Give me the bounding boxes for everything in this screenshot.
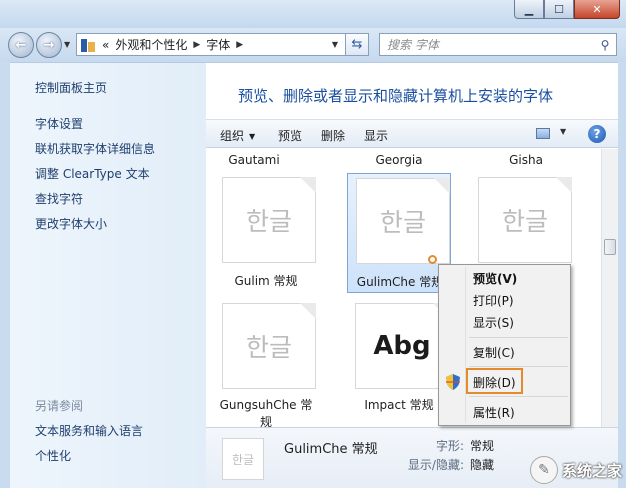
font-preview-glyph: 한글 (501, 207, 548, 236)
menu-separator (469, 396, 568, 397)
chevron-down-icon: ▼ (249, 132, 256, 141)
address-overflow[interactable]: « (102, 38, 109, 52)
see-also-heading: 另请参阅 (35, 399, 84, 413)
search-box[interactable]: ⚲ (379, 33, 617, 56)
details-visibility-key: 显示/隐藏: (407, 458, 464, 472)
organize-label: 组织 (220, 129, 245, 143)
menu-item-delete[interactable]: 删除(D) (473, 374, 516, 391)
back-arrow-icon: ← (15, 37, 27, 53)
chevron-down-icon: ▼ (64, 40, 71, 49)
details-font-name: GulimChe 常规 (284, 442, 378, 457)
refresh-icon: ⇆ (351, 37, 363, 52)
view-options-dropdown[interactable]: ▼ (560, 127, 566, 136)
preview-button[interactable]: 预览 (278, 127, 302, 144)
search-input[interactable] (387, 35, 594, 54)
sidebar-link-find-character[interactable]: 查找字符 (35, 190, 83, 207)
font-preview-thumbnail: 한글 (222, 177, 316, 263)
font-name-gautami[interactable]: Gautami (206, 153, 306, 167)
sidebar-home-link[interactable]: 控制面板主页 (35, 79, 107, 96)
back-button[interactable]: ← (8, 32, 34, 58)
address-bar[interactable]: « 外观和个性化 ▶ 字体 ▶ ▼ (76, 33, 369, 56)
address-dropdown[interactable]: ▼ (326, 40, 344, 49)
watermark-text: 系统之家 (561, 461, 622, 480)
font-preview-glyph: 한글 (379, 208, 426, 237)
context-menu: 预览(V) 打印(P) 显示(S) 复制(C) 删除(D) 属性(R) (438, 264, 571, 426)
watermark-logo-icon: ✎ (529, 456, 558, 484)
menu-item-show[interactable]: 显示(S) (473, 314, 514, 331)
font-preview-glyph: 한글 (245, 207, 292, 236)
cursor-marker (428, 255, 437, 264)
menu-gutter (465, 267, 466, 423)
sidebar-link-font-settings[interactable]: 字体设置 (35, 115, 83, 132)
change-view-icon[interactable] (536, 128, 550, 139)
font-tile-label: Gulim 常规 (234, 274, 298, 288)
font-tile-gungsuhche[interactable]: 한글 GungsuhChe 常规 (214, 299, 318, 427)
menu-item-copy[interactable]: 复制(C) (473, 344, 515, 361)
show-button[interactable]: 显示 (364, 127, 388, 144)
details-visibility-value: 隐藏 (470, 458, 495, 472)
window-controls: ▁ ☐ ✕ (514, 0, 620, 19)
delete-button[interactable]: 删除 (321, 127, 345, 144)
search-icon[interactable]: ⚲ (594, 38, 616, 52)
refresh-button[interactable]: ⇆ (345, 33, 369, 56)
font-tile-label: Impact 常规 (364, 398, 434, 412)
sidebar-link-text-services[interactable]: 文本服务和输入语言 (35, 422, 143, 439)
recent-pages-dropdown[interactable]: ▼ (64, 40, 70, 49)
details-style-value: 常规 (470, 439, 495, 453)
watermark: ✎ 系统之家 (529, 456, 622, 484)
uac-shield-icon (446, 374, 460, 390)
details-thumbnail: 한글 (222, 438, 264, 480)
sidebar: 控制面板主页 字体设置 联机获取字体详细信息 调整 ClearType 文本 查… (10, 62, 206, 488)
title-bar: ▁ ☐ ✕ (0, 0, 626, 28)
sidebar-link-personalization[interactable]: 个性化 (35, 447, 71, 464)
close-icon: ✕ (592, 2, 602, 16)
help-icon[interactable]: ? (588, 125, 606, 143)
minimize-button[interactable]: ▁ (514, 0, 544, 19)
breadcrumb-separator-icon[interactable]: ▶ (193, 40, 200, 50)
font-preview-glyph: Abg (373, 331, 431, 361)
font-preview-thumbnail: Abg (355, 303, 449, 389)
control-panel-icon (80, 37, 96, 53)
scrollbar-thumb[interactable] (604, 239, 616, 255)
page-title: 预览、删除或者显示和隐藏计算机上安装的字体 (238, 87, 554, 105)
font-tile-label: GulimChe 常规 (356, 275, 444, 289)
organize-menu[interactable]: 组织 ▼ (220, 127, 255, 144)
forward-arrow-icon: → (43, 37, 55, 53)
font-name-georgia[interactable]: Georgia (347, 153, 451, 167)
maximize-button[interactable]: ☐ (544, 0, 574, 19)
minimize-icon: ▁ (524, 2, 534, 16)
sidebar-link-font-size[interactable]: 更改字体大小 (35, 215, 107, 232)
chevron-down-icon: ▼ (560, 127, 567, 136)
details-style-key: 字形: (435, 439, 464, 453)
command-bar: 组织 ▼ 预览 删除 显示 ▼ ? (206, 119, 618, 148)
close-button[interactable]: ✕ (574, 0, 620, 19)
forward-button[interactable]: → (36, 32, 62, 58)
font-name-gisha[interactable]: Gisha (474, 153, 578, 167)
breadcrumb-fonts[interactable]: 字体 (206, 36, 230, 53)
font-tile-gulimche[interactable]: 한글 GulimChe 常规 (347, 173, 451, 293)
chevron-down-icon: ▼ (331, 40, 339, 49)
font-preview-thumbnail: 한글 (222, 303, 316, 389)
sidebar-link-cleartype[interactable]: 调整 ClearType 文本 (35, 165, 150, 182)
menu-separator (469, 337, 568, 338)
sidebar-link-online-info[interactable]: 联机获取字体详细信息 (35, 140, 155, 157)
font-tile-label: GungsuhChe 常规 (219, 398, 313, 427)
menu-item-print[interactable]: 打印(P) (473, 292, 514, 309)
font-preview-glyph: 한글 (245, 333, 292, 362)
font-preview-thumbnail: 한글 (356, 178, 450, 264)
vertical-scrollbar[interactable] (601, 149, 618, 427)
menu-item-properties[interactable]: 属性(R) (473, 404, 515, 421)
breadcrumb-separator-icon[interactable]: ▶ (236, 40, 243, 50)
breadcrumb-appearance[interactable]: 外观和个性化 (115, 36, 187, 53)
font-tile-gulim[interactable]: 한글 Gulim 常规 (214, 173, 318, 293)
menu-item-preview[interactable]: 预览(V) (473, 270, 517, 287)
font-tile-impact[interactable]: Abg Impact 常规 (347, 299, 451, 419)
font-preview-thumbnail: 한글 (478, 177, 572, 263)
maximize-icon: ☐ (554, 2, 564, 16)
menu-separator (469, 366, 568, 367)
